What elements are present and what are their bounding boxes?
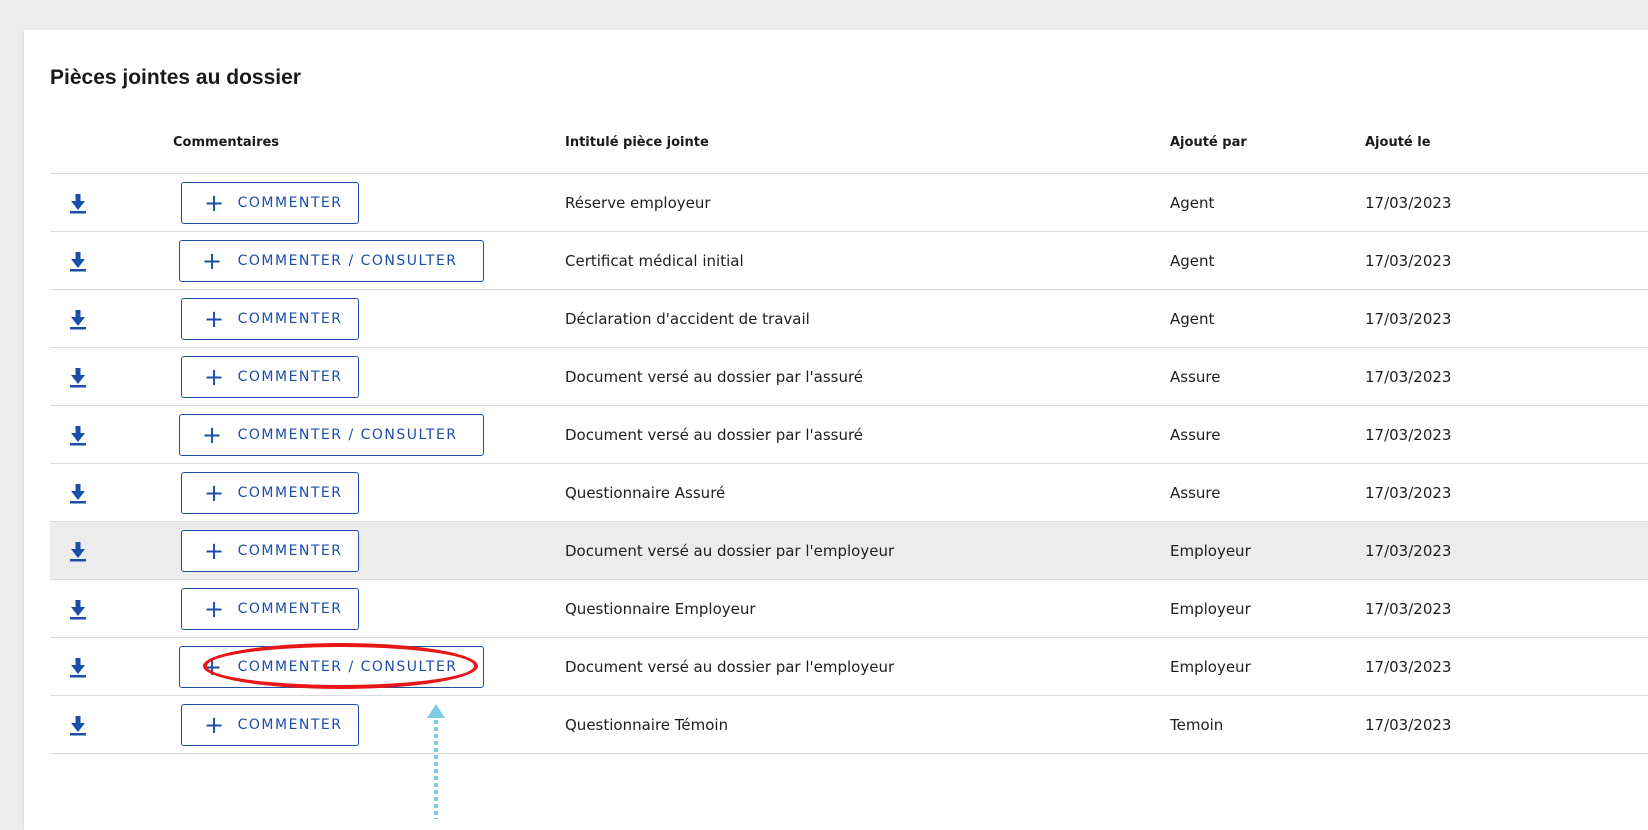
added-by: Agent xyxy=(1170,309,1215,328)
table-header: Commentaires Intitulé pièce jointe Ajout… xyxy=(50,115,1648,174)
comment-button[interactable]: + COMMENTER xyxy=(181,703,359,746)
added-on: 17/03/2023 xyxy=(1365,425,1452,444)
attachment-title: Document versé au dossier par l'assuré xyxy=(565,425,864,444)
comment-button-label: COMMENTER xyxy=(237,484,343,501)
added-by: Employeur xyxy=(1170,599,1251,618)
attachment-title: Déclaration d'accident de travail xyxy=(565,309,810,328)
added-by: Agent xyxy=(1170,193,1215,212)
attachment-title: Document versé au dossier par l'assuré xyxy=(565,367,864,386)
added-by: Agent xyxy=(1170,251,1215,270)
added-by: Assure xyxy=(1170,483,1221,502)
attachment-title: Réserve employeur xyxy=(565,193,711,212)
attachment-title: Document versé au dossier par l'employeu… xyxy=(565,657,895,676)
table-row: + COMMENTER Déclaration d'accident de trav… xyxy=(50,290,1648,348)
table-row: + COMMENTER Document versé au dossier par … xyxy=(50,522,1648,580)
attachment-title: Questionnaire Assuré xyxy=(565,483,726,502)
download-icon[interactable] xyxy=(68,308,88,330)
comment-button-label: COMMENTER xyxy=(237,194,343,211)
download-icon[interactable] xyxy=(68,656,88,678)
comment-button-label: COMMENTER / CONSULTER xyxy=(237,252,458,269)
table-row: + COMMENTER / CONSULTER Document versé au … xyxy=(50,406,1648,464)
added-on: 17/03/2023 xyxy=(1365,367,1452,386)
added-by: Assure xyxy=(1170,425,1221,444)
comment-button[interactable]: + COMMENTER xyxy=(181,587,359,630)
plus-icon: + xyxy=(202,246,224,275)
download-icon[interactable] xyxy=(68,424,88,446)
comment-button-label: COMMENTER xyxy=(237,600,343,617)
header-comments: Commentaires xyxy=(173,135,280,150)
added-on: 17/03/2023 xyxy=(1365,599,1452,618)
added-by: Employeur xyxy=(1170,657,1251,676)
comment-button-label: COMMENTER xyxy=(237,310,343,327)
download-icon[interactable] xyxy=(68,192,88,214)
section-title: Pièces jointes au dossier xyxy=(50,66,301,89)
download-icon[interactable] xyxy=(68,482,88,504)
table-row: + COMMENTER Questionnaire Assuré Assure 17/0… xyxy=(50,464,1648,522)
plus-icon: + xyxy=(204,710,226,739)
header-added-by: Ajouté par xyxy=(1170,135,1247,150)
plus-icon: + xyxy=(202,652,224,681)
header-attachment-title: Intitulé pièce jointe xyxy=(565,135,709,150)
comment-button[interactable]: + COMMENTER xyxy=(181,471,359,514)
comment-button[interactable]: + COMMENTER / CONSULTER xyxy=(179,413,484,456)
download-icon[interactable] xyxy=(68,598,88,620)
comment-button[interactable]: + COMMENTER / CONSULTER xyxy=(179,645,484,688)
plus-icon: + xyxy=(204,304,226,333)
comment-button-label: COMMENTER xyxy=(237,542,343,559)
plus-icon: + xyxy=(204,594,226,623)
attachments-table: Commentaires Intitulé pièce jointe Ajout… xyxy=(50,115,1648,754)
comment-button[interactable]: + COMMENTER xyxy=(181,529,359,572)
download-icon[interactable] xyxy=(68,250,88,272)
table-row: + COMMENTER Questionnaire Témoin Temoin 17/0… xyxy=(50,696,1648,754)
added-on: 17/03/2023 xyxy=(1365,541,1452,560)
added-on: 17/03/2023 xyxy=(1365,251,1452,270)
added-on: 17/03/2023 xyxy=(1365,193,1452,212)
plus-icon: + xyxy=(204,188,226,217)
added-by: Employeur xyxy=(1170,541,1251,560)
table-row: + COMMENTER / CONSULTER Document versé au … xyxy=(50,638,1648,696)
plus-icon: + xyxy=(204,536,226,565)
added-on: 17/03/2023 xyxy=(1365,657,1452,676)
comment-button[interactable]: + COMMENTER xyxy=(181,297,359,340)
attachment-title: Certificat médical initial xyxy=(565,251,744,270)
comment-button-label: COMMENTER xyxy=(237,716,343,733)
added-on: 17/03/2023 xyxy=(1365,715,1452,734)
comment-button-label: COMMENTER / CONSULTER xyxy=(237,658,458,675)
added-by: Assure xyxy=(1170,367,1221,386)
added-by: Temoin xyxy=(1170,715,1224,734)
table-row: + COMMENTER Document versé au dossier par … xyxy=(50,348,1648,406)
plus-icon: + xyxy=(204,478,226,507)
attachment-title: Document versé au dossier par l'employeu… xyxy=(565,541,895,560)
comment-button-label: COMMENTER / CONSULTER xyxy=(237,426,458,443)
download-icon[interactable] xyxy=(68,540,88,562)
comment-button[interactable]: + COMMENTER xyxy=(181,181,359,224)
table-row: + COMMENTER Réserve employeur Agent 17/03/20… xyxy=(50,174,1648,232)
attachment-title: Questionnaire Employeur xyxy=(565,599,756,618)
header-added-on: Ajouté le xyxy=(1365,135,1431,150)
table-body: + COMMENTER Réserve employeur Agent 17/03/20… xyxy=(50,174,1648,754)
plus-icon: + xyxy=(204,362,226,391)
table-row: + COMMENTER Questionnaire Employeur Employe… xyxy=(50,580,1648,638)
added-on: 17/03/2023 xyxy=(1365,309,1452,328)
download-icon[interactable] xyxy=(68,366,88,388)
attachment-title: Questionnaire Témoin xyxy=(565,715,729,734)
comment-button[interactable]: + COMMENTER xyxy=(181,355,359,398)
comment-button-label: COMMENTER xyxy=(237,368,343,385)
plus-icon: + xyxy=(202,420,224,449)
download-icon[interactable] xyxy=(68,714,88,736)
comment-button[interactable]: + COMMENTER / CONSULTER xyxy=(179,239,484,282)
table-row: + COMMENTER / CONSULTER Certificat médical… xyxy=(50,232,1648,290)
added-on: 17/03/2023 xyxy=(1365,483,1452,502)
